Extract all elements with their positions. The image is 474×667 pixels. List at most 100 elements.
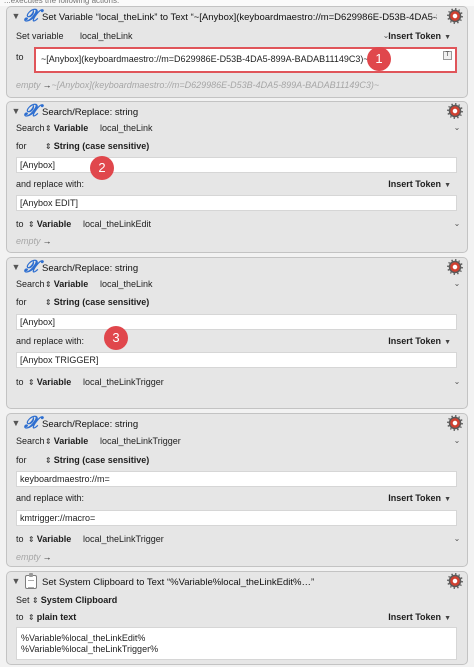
replace-label: and replace with: xyxy=(16,493,85,503)
destination-type-popup[interactable]: ⇕ Variable xyxy=(28,375,71,390)
result-preview: empty → xyxy=(16,551,457,564)
action-header[interactable]: ▼ Set System Clipboard to Text “%Variabl… xyxy=(7,572,467,592)
destination-variable-field[interactable]: local_theLinkTrigger xyxy=(83,375,164,389)
replace-string-field[interactable]: [Anybox EDIT] xyxy=(16,195,457,211)
chevron-down-icon[interactable]: ⌄ xyxy=(452,121,462,135)
arrow-right-icon: → xyxy=(42,80,52,90)
variable-x-icon: 𝓧 xyxy=(24,6,38,26)
gear-icon[interactable] xyxy=(447,8,463,24)
updown-chevron-icon: ⇕ xyxy=(45,437,52,446)
text-value-field[interactable]: ~[Anybox](keyboardmaestro://m=D629986E-D… xyxy=(34,47,457,73)
insert-token-button[interactable]: Insert Token ▼ xyxy=(388,610,451,626)
result-preview: empty → xyxy=(16,235,457,248)
result-preview: empty →~[Anybox](keyboardmaestro://m=D629… xyxy=(16,79,457,92)
preview-prefix: empty xyxy=(16,80,41,90)
search-row: Search ⇕ Variable local_theLink ⌄ xyxy=(16,121,460,136)
chevron-down-icon[interactable]: ▼ xyxy=(11,262,21,273)
chevron-down-icon[interactable]: ⌄ xyxy=(452,434,462,448)
search-replace-action[interactable]: ▼ 𝓧 Search/Replace: string Search ⇕ Varia… xyxy=(6,257,468,409)
destination-type-popup[interactable]: ⇕ Variable xyxy=(28,532,71,547)
replace-row: and replace with: Insert Token ▼ xyxy=(16,177,457,191)
variable-name-field[interactable]: local_theLink xyxy=(80,29,133,43)
search-string-field[interactable]: keyboardmaestro://m= xyxy=(16,471,457,487)
chevron-down-icon[interactable]: ⌄ xyxy=(452,375,462,389)
for-row: for ⇕ String (case sensitive) xyxy=(16,295,457,309)
destination-variable-field[interactable]: local_theLinkTrigger xyxy=(83,532,164,546)
to-label: to xyxy=(16,534,24,544)
updown-chevron-icon: ⇕ xyxy=(32,596,39,605)
chevron-down-icon: ▼ xyxy=(444,34,451,41)
search-string-field[interactable]: [Anybox] xyxy=(16,157,457,173)
search-variable-field[interactable]: local_theLink xyxy=(100,121,153,135)
text-line: %Variable%local_theLinkTrigger% xyxy=(21,644,159,654)
for-row: for ⇕ String (case sensitive) xyxy=(16,453,457,467)
gear-icon[interactable] xyxy=(447,573,463,589)
insert-token-button[interactable]: Insert Token ▼ xyxy=(388,29,451,45)
updown-chevron-icon: ⇕ xyxy=(45,280,52,289)
to-row: to ⇕ Variable local_theLinkTrigger ⌄ xyxy=(16,532,460,547)
for-label: for xyxy=(16,455,27,465)
search-variable-field[interactable]: local_theLink xyxy=(100,277,153,291)
search-replace-action[interactable]: ▼ 𝓧 Search/Replace: string Search ⇕ Varia… xyxy=(6,101,468,253)
set-label: Set xyxy=(16,595,30,605)
text-line: %Variable%local_theLinkEdit% xyxy=(21,633,146,643)
preview-prefix: empty xyxy=(16,236,41,246)
action-header[interactable]: ▼ 𝓧 Search/Replace: string xyxy=(7,414,467,434)
chevron-down-icon[interactable]: ▼ xyxy=(11,106,21,117)
search-type-popup[interactable]: ⇕ Variable xyxy=(45,121,88,136)
clipboard-icon xyxy=(25,573,37,589)
action-title: Search/Replace: string xyxy=(42,419,139,430)
search-replace-action[interactable]: ▼ 𝓧 Search/Replace: string Search ⇕ Varia… xyxy=(6,413,468,567)
format-popup[interactable]: ⇕ plain text xyxy=(28,610,76,625)
insert-token-button[interactable]: Insert Token ▼ xyxy=(388,491,451,507)
clipboard-text-field[interactable]: %Variable%local_theLinkEdit% %Variable%l… xyxy=(16,627,457,660)
chevron-down-icon[interactable]: ▼ xyxy=(11,11,21,22)
for-row: for ⇕ String (case sensitive) xyxy=(16,139,457,153)
set-variable-action[interactable]: ▼ 𝓧 Set Variable “local_theLink” to Text… xyxy=(6,6,468,98)
insert-token-button[interactable]: Insert Token ▼ xyxy=(388,177,451,193)
clipboard-popup[interactable]: ⇕ System Clipboard xyxy=(32,593,117,608)
updown-chevron-icon: ⇕ xyxy=(45,124,52,133)
action-header[interactable]: ▼ 𝓧 Set Variable “local_theLink” to Text… xyxy=(7,7,467,27)
chevron-down-icon[interactable]: ▼ xyxy=(11,576,21,587)
search-variable-field[interactable]: local_theLinkTrigger xyxy=(100,434,181,448)
variable-x-icon: 𝓧 xyxy=(24,257,38,277)
text-tokens-button[interactable]: T xyxy=(443,51,452,60)
gear-icon[interactable] xyxy=(447,103,463,119)
chevron-down-icon[interactable]: ⌄ xyxy=(452,277,462,291)
arrow-right-icon: → xyxy=(42,552,52,562)
variable-x-icon: 𝓧 xyxy=(24,413,38,433)
action-title: Set System Clipboard to Text “%Variable%… xyxy=(42,577,315,588)
chevron-down-icon[interactable]: ▼ xyxy=(11,418,21,429)
chevron-down-icon[interactable]: ⌄ xyxy=(452,217,462,231)
gear-icon[interactable] xyxy=(447,259,463,275)
match-type-popup[interactable]: ⇕ String (case sensitive) xyxy=(45,295,149,310)
to-label: to xyxy=(16,612,24,622)
set-variable-row: Set variable local_theLink ⌄ Insert Toke… xyxy=(16,29,457,43)
search-type-popup[interactable]: ⇕ Variable xyxy=(45,277,88,292)
search-type-popup[interactable]: ⇕ Variable xyxy=(45,434,88,449)
gear-icon[interactable] xyxy=(447,415,463,431)
match-type-popup[interactable]: ⇕ String (case sensitive) xyxy=(45,139,149,154)
replace-label: and replace with: xyxy=(16,179,85,189)
to-row: to ⇕ Variable local_theLinkEdit ⌄ xyxy=(16,217,460,232)
variable-x-icon: 𝓧 xyxy=(24,101,38,121)
action-header[interactable]: ▼ 𝓧 Search/Replace: string xyxy=(7,102,467,122)
destination-type-popup[interactable]: ⇕ Variable xyxy=(28,217,71,232)
set-clipboard-action[interactable]: ▼ Set System Clipboard to Text “%Variabl… xyxy=(6,571,468,665)
match-type-popup[interactable]: ⇕ String (case sensitive) xyxy=(45,453,149,468)
updown-chevron-icon: ⇕ xyxy=(28,535,35,544)
destination-variable-field[interactable]: local_theLinkEdit xyxy=(83,217,151,231)
chevron-down-icon: ▼ xyxy=(444,182,451,189)
updown-chevron-icon: ⇕ xyxy=(28,378,35,387)
replace-string-field[interactable]: kmtrigger://macro= xyxy=(16,510,457,526)
chevron-down-icon[interactable]: ⌄ xyxy=(452,532,462,546)
insert-token-button[interactable]: Insert Token ▼ xyxy=(388,334,451,350)
action-header[interactable]: ▼ 𝓧 Search/Replace: string xyxy=(7,258,467,278)
for-label: for xyxy=(16,141,27,151)
search-string-field[interactable]: [Anybox] xyxy=(16,314,457,330)
preview-value: ~[Anybox](keyboardmaestro://m=D629986E-D… xyxy=(51,80,380,90)
for-label: for xyxy=(16,297,27,307)
replace-string-field[interactable]: [Anybox TRIGGER] xyxy=(16,352,457,368)
action-title: Search/Replace: string xyxy=(42,107,139,118)
